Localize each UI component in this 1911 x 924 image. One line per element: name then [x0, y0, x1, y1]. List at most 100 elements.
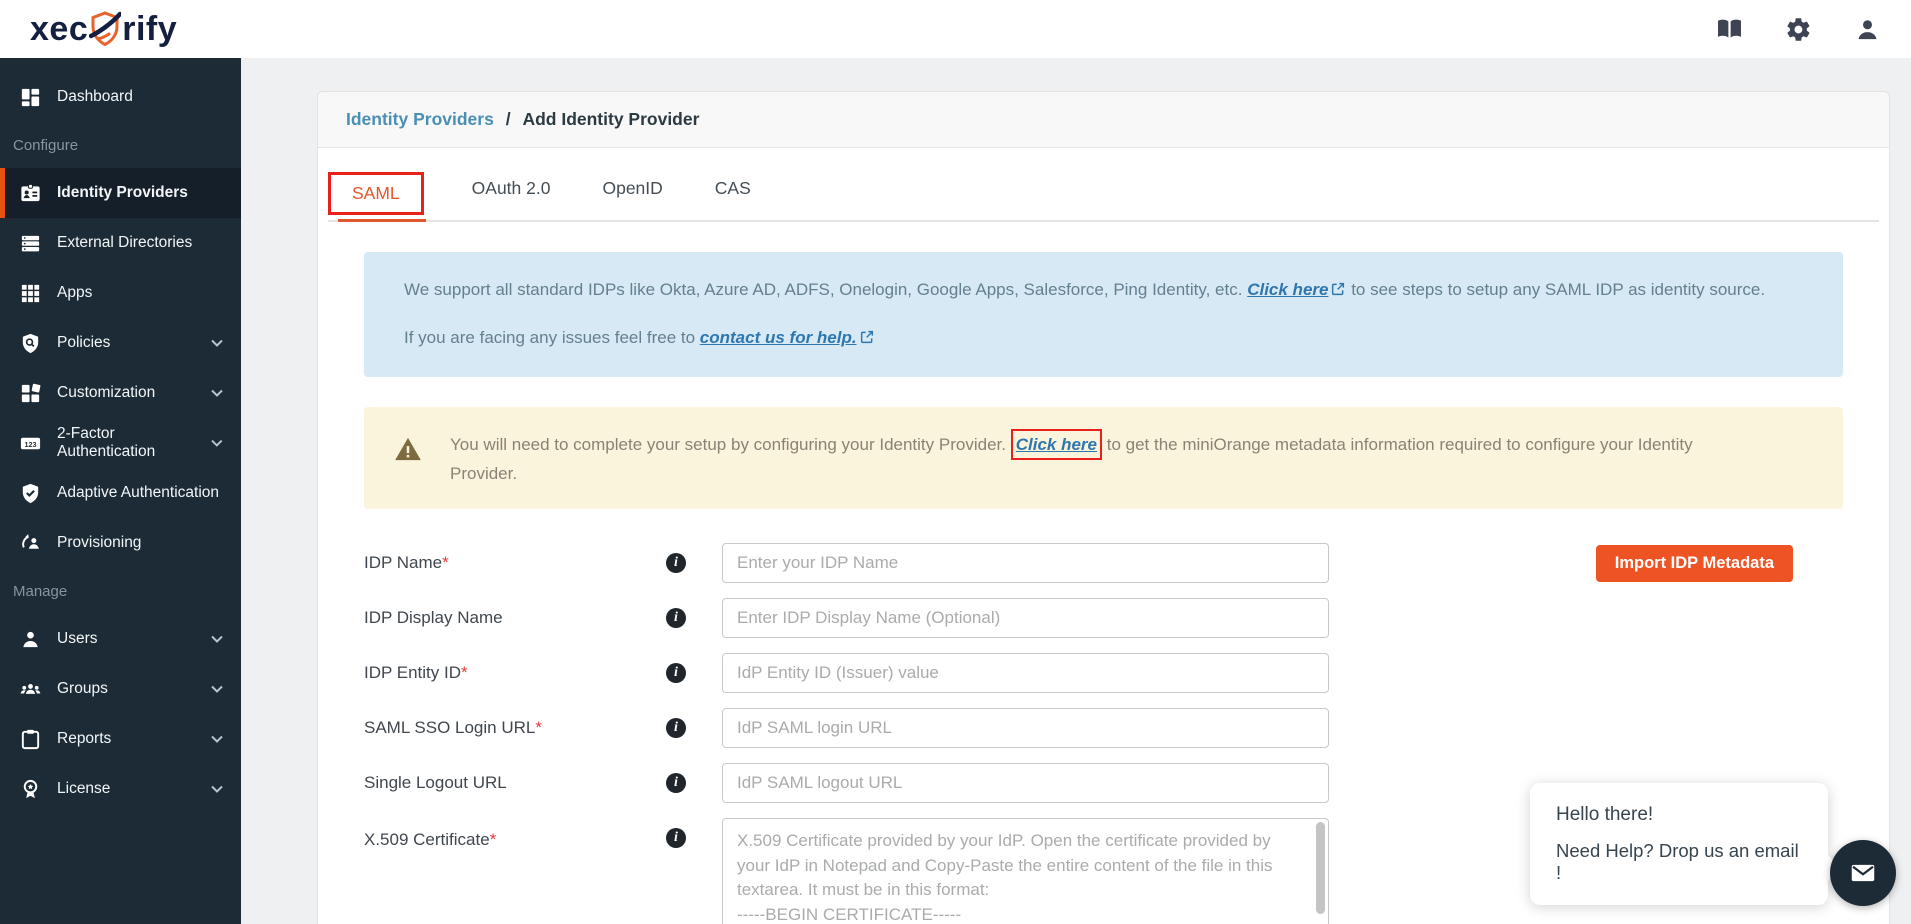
sidebar-section-manage: Manage: [13, 582, 68, 600]
metadata-click-here-link[interactable]: Click here: [1016, 435, 1097, 454]
envelope-icon: [1851, 864, 1875, 882]
server-stack-icon: [21, 235, 40, 251]
chevron-down-icon: [211, 439, 223, 447]
required-asterisk: *: [489, 830, 497, 850]
sidebar-item-policies[interactable]: Policies: [0, 318, 241, 368]
shield-search-icon: [22, 333, 39, 353]
info-tooltip-icon[interactable]: i: [666, 553, 686, 574]
sidebar-item-external-directories[interactable]: External Directories: [0, 218, 241, 268]
sidebar-item-adaptive-auth[interactable]: Adaptive Authentication: [0, 468, 241, 518]
brand-logo[interactable]: xec rify: [30, 10, 177, 49]
setup-warning-banner: You will need to complete your setup by …: [364, 406, 1843, 510]
sidebar-section-configure: Configure: [13, 136, 79, 154]
info-text-2: If you are facing any issues feel free t…: [404, 328, 696, 348]
breadcrumb-current-page: Add Identity Provider: [522, 109, 700, 129]
form-row-sso-login-url: SAML SSO Login URL* i: [364, 708, 1843, 749]
sidebar-item-customization[interactable]: Customization: [0, 368, 241, 418]
users-group-icon: [20, 683, 41, 694]
info-text-1: We support all standard IDPs like Okta, …: [404, 280, 1243, 299]
id-badge-icon: [21, 183, 40, 201]
sidebar-item-dashboard[interactable]: Dashboard: [0, 72, 241, 122]
tab-saml[interactable]: SAML: [328, 172, 424, 215]
sidebar-item-provisioning[interactable]: Provisioning: [0, 518, 241, 568]
tab-oauth2[interactable]: OAuth 2.0: [468, 178, 555, 215]
user-icon: [23, 631, 38, 647]
documentation-book-icon[interactable]: [1716, 16, 1743, 43]
import-idp-metadata-button[interactable]: Import IDP Metadata: [1595, 544, 1793, 582]
single-logout-url-input[interactable]: [722, 763, 1329, 804]
required-asterisk: *: [442, 553, 449, 573]
active-tab-underline: [338, 219, 426, 222]
idp-support-info-banner: We support all standard IDPs like Okta, …: [364, 252, 1843, 377]
license-medal-icon: [23, 779, 38, 798]
info-tooltip-icon[interactable]: i: [666, 773, 686, 794]
sidebar-nav: Dashboard Configure Identity Providers E…: [0, 58, 241, 924]
sso-login-url-input[interactable]: [722, 708, 1329, 749]
chat-greeting: Hello there!: [1556, 804, 1654, 825]
sidebar-item-label: 2-Factor Authentication: [57, 425, 156, 460]
idp-display-name-input[interactable]: [722, 598, 1329, 639]
chevron-down-icon: [211, 685, 223, 693]
info-tooltip-icon[interactable]: i: [666, 828, 686, 849]
sidebar-item-reports[interactable]: Reports: [0, 714, 241, 764]
one-two-three-icon: 123: [20, 437, 41, 449]
provisioning-sync-user-icon: [22, 533, 39, 549]
sidebar-item-license[interactable]: License: [0, 764, 241, 814]
form-row-idp-display-name: IDP Display Name i: [364, 598, 1843, 639]
contact-us-link[interactable]: contact us for help.: [700, 328, 857, 347]
protocol-tabs: SAML OAuth 2.0 OpenID CAS: [328, 172, 1879, 222]
sidebar-item-label: Dashboard: [57, 88, 133, 105]
chevron-down-icon: [211, 339, 223, 347]
sidebar-item-label: Reports: [57, 730, 112, 747]
x509-certificate-label: X.509 Certificate*: [364, 830, 497, 850]
warning-triangle-icon: [395, 437, 421, 460]
chat-message: Need Help? Drop us an email !: [1556, 840, 1799, 883]
sidebar-item-label: External Directories: [57, 234, 193, 251]
chevron-down-icon: [211, 735, 223, 743]
sidebar-item-2fa[interactable]: 123 2-Factor Authentication: [0, 418, 241, 468]
sidebar-item-label: Provisioning: [57, 534, 142, 551]
metadata-link-annotation: Click here: [1010, 428, 1102, 460]
idp-name-input[interactable]: [722, 543, 1329, 584]
sidebar-item-apps[interactable]: Apps: [0, 268, 241, 318]
form-row-idp-entity-id: IDP Entity ID* i: [364, 653, 1843, 694]
form-row-idp-name: IDP Name* i Import IDP Metadata: [364, 543, 1843, 584]
warning-text-before: You will need to complete your setup by …: [450, 434, 1006, 454]
customization-icon: [21, 383, 41, 402]
required-asterisk: *: [535, 718, 542, 738]
info-tooltip-icon[interactable]: i: [666, 718, 686, 739]
chevron-down-icon: [211, 389, 223, 397]
idp-display-name-label: IDP Display Name: [364, 608, 503, 628]
chat-launcher-button[interactable]: [1830, 840, 1896, 906]
sidebar-item-identity-providers[interactable]: Identity Providers: [0, 168, 241, 218]
tab-openid[interactable]: OpenID: [598, 178, 666, 215]
sidebar-item-label: Groups: [57, 680, 108, 697]
sidebar-item-label: Customization: [57, 384, 156, 401]
settings-gear-icon[interactable]: [1785, 16, 1812, 43]
shield-check-icon: [22, 483, 39, 503]
apps-grid-icon: [21, 284, 40, 302]
textarea-scrollbar-thumb[interactable]: [1316, 822, 1325, 915]
sidebar-item-label: Identity Providers: [57, 184, 188, 201]
sidebar-item-label: Apps: [57, 284, 93, 301]
breadcrumb-separator: /: [505, 109, 511, 129]
info-tooltip-icon[interactable]: i: [666, 608, 686, 629]
info-tooltip-icon[interactable]: i: [666, 663, 686, 684]
setup-steps-link[interactable]: Click here: [1247, 280, 1328, 299]
top-header: xec rify: [0, 0, 1911, 58]
external-link-icon: [1332, 282, 1345, 296]
single-logout-url-label: Single Logout URL: [364, 773, 507, 793]
required-asterisk: *: [461, 663, 468, 683]
x509-certificate-textarea[interactable]: [722, 818, 1329, 924]
header-icon-group: [1716, 16, 1881, 43]
sso-login-url-label: SAML SSO Login URL*: [364, 718, 542, 738]
breadcrumb-identity-providers-link[interactable]: Identity Providers: [346, 109, 494, 129]
profile-person-icon[interactable]: [1854, 16, 1881, 43]
sidebar-item-users[interactable]: Users: [0, 614, 241, 664]
idp-entity-id-input[interactable]: [722, 653, 1329, 694]
chevron-down-icon: [211, 785, 223, 793]
tab-cas[interactable]: CAS: [711, 178, 755, 215]
sidebar-item-label: License: [57, 780, 111, 797]
sidebar-item-groups[interactable]: Groups: [0, 664, 241, 714]
breadcrumb: Identity Providers / Add Identity Provid…: [318, 92, 1889, 148]
